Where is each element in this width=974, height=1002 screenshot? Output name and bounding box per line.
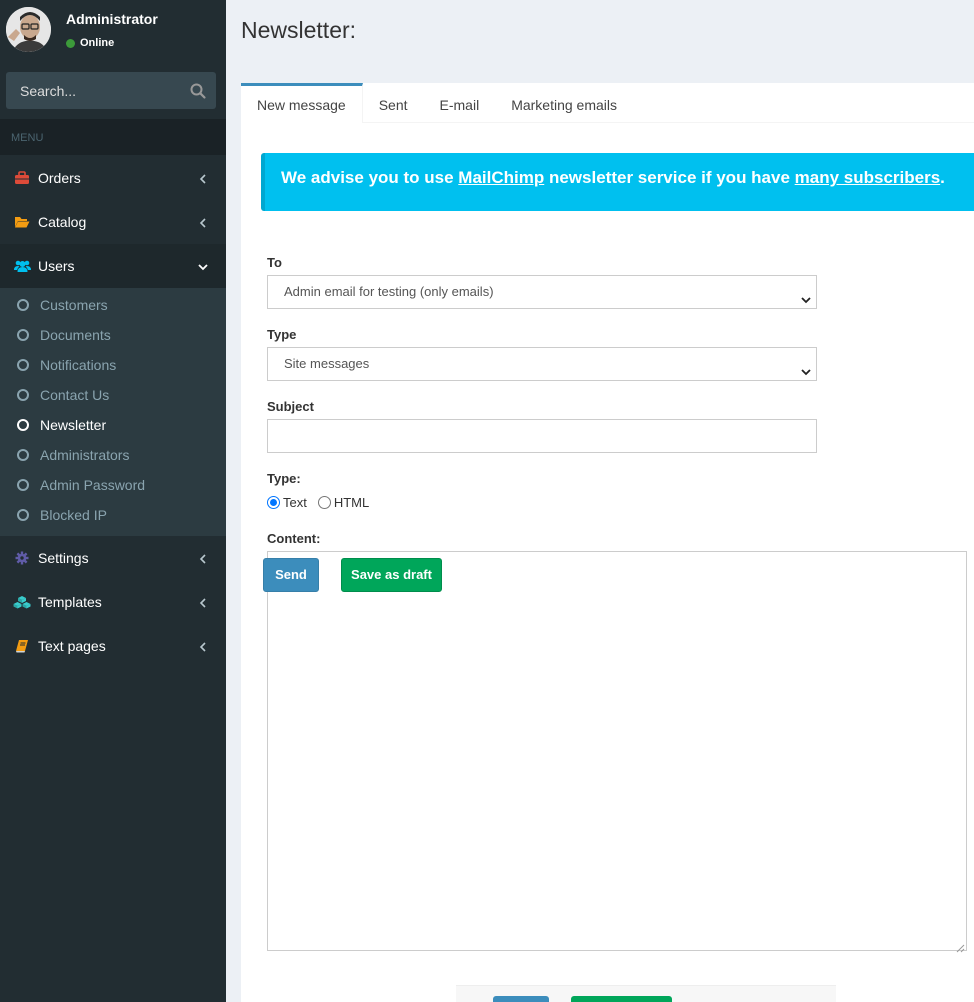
sidebar-item-documents[interactable]: Documents: [0, 320, 226, 350]
sidebar-item-label: Catalog: [38, 214, 87, 230]
user-status: Online: [66, 37, 114, 49]
book-icon: [13, 639, 31, 653]
tab-new-message[interactable]: New message: [241, 83, 363, 123]
search-icon[interactable]: [188, 81, 208, 101]
submenu-item-label: Admin Password: [40, 477, 146, 493]
circle-icon: [17, 299, 29, 311]
sidebar-item-blocked-ip[interactable]: Blocked IP: [0, 500, 226, 530]
resize-grip-icon[interactable]: [956, 940, 965, 953]
sidebar-item-customers[interactable]: Customers: [0, 290, 226, 320]
type-select-value: Site messages: [284, 356, 370, 371]
to-label: To: [267, 255, 282, 270]
circle-icon: [17, 389, 29, 401]
alert-text: .: [940, 168, 945, 187]
menu-header: MENU: [0, 119, 226, 155]
send-button-bottom[interactable]: [493, 996, 549, 1002]
format-label: Type:: [267, 471, 301, 486]
sidebar-item-orders[interactable]: Orders: [0, 156, 226, 200]
type-label: Type: [267, 327, 297, 342]
tab-bar: New message Sent E-mail Marketing emails: [241, 83, 974, 123]
sidebar-menu: Orders Catalog Users Customers Documents…: [0, 156, 226, 668]
sidebar-search: [6, 72, 216, 109]
chevron-left-icon: [198, 640, 208, 652]
submenu-item-label: Contact Us: [40, 387, 110, 403]
search-input[interactable]: [6, 72, 176, 109]
format-html-label: HTML: [333, 495, 370, 510]
circle-icon: [17, 329, 29, 341]
sidebar-item-text-pages[interactable]: Text pages: [0, 624, 226, 668]
chevron-left-icon: [198, 216, 208, 228]
circle-icon: [17, 479, 29, 491]
submenu-item-label: Notifications: [40, 357, 117, 373]
send-button[interactable]: Send: [263, 558, 319, 592]
sidebar-item-templates[interactable]: Templates: [0, 580, 226, 624]
page-title: Newsletter:: [241, 17, 357, 43]
tab-sent[interactable]: Sent: [363, 83, 424, 123]
save-draft-button[interactable]: Save as draft: [341, 558, 442, 592]
folder-open-icon: [13, 215, 31, 229]
format-html-radio[interactable]: [317, 496, 331, 509]
user-status-label: Online: [80, 37, 115, 49]
tab-marketing-emails[interactable]: Marketing emails: [495, 83, 633, 123]
circle-icon: [17, 359, 29, 371]
users-submenu: Customers Documents Notifications Contac…: [0, 288, 226, 536]
circle-icon: [17, 509, 29, 521]
chevron-left-icon: [198, 172, 208, 184]
chevron-left-icon: [198, 552, 208, 564]
sidebar-item-label: Orders: [38, 170, 81, 186]
sidebar-item-settings[interactable]: Settings: [0, 536, 226, 580]
alert-text: newsletter service if you have: [544, 168, 795, 187]
many-subscribers-link[interactable]: many subscribers: [795, 168, 941, 187]
gear-icon: [13, 551, 31, 565]
sidebar-item-contact-us[interactable]: Contact Us: [0, 380, 226, 410]
user-avatar[interactable]: [6, 7, 51, 52]
format-radio-group: Text HTML: [267, 495, 380, 510]
info-alert: We advise you to use MailChimp newslette…: [261, 153, 974, 211]
sidebar-item-notifications[interactable]: Notifications: [0, 350, 226, 380]
sidebar-item-newsletter[interactable]: Newsletter: [0, 410, 226, 440]
submenu-item-label: Documents: [40, 327, 111, 343]
users-icon: [13, 259, 31, 273]
user-panel: Administrator Online: [0, 0, 226, 62]
main-content: Newsletter: New message Sent E-mail Mark…: [226, 0, 974, 1002]
circle-icon: [17, 419, 29, 431]
save-draft-button-bottom[interactable]: [571, 996, 672, 1002]
chevron-down-icon: [198, 260, 208, 272]
chevron-left-icon: [198, 596, 208, 608]
to-select[interactable]: Admin email for testing (only emails): [267, 275, 817, 309]
format-text-radio[interactable]: [267, 496, 280, 509]
submenu-item-label: Customers: [40, 297, 108, 313]
chevron-down-icon: [800, 286, 812, 304]
circle-icon: [17, 449, 29, 461]
subject-input[interactable]: [267, 419, 817, 453]
sidebar-item-users[interactable]: Users: [0, 244, 226, 288]
sidebar-item-label: Templates: [38, 594, 102, 610]
sidebar-item-catalog[interactable]: Catalog: [0, 200, 226, 244]
content-label: Content:: [267, 531, 321, 546]
submenu-item-label: Blocked IP: [40, 507, 107, 523]
sidebar-item-label: Text pages: [38, 638, 106, 654]
mailchimp-link[interactable]: MailChimp: [458, 168, 544, 187]
sidebar-item-label: Settings: [38, 550, 89, 566]
format-text-label: Text: [283, 495, 307, 510]
newsletter-box: New message Sent E-mail Marketing emails…: [241, 83, 974, 1002]
type-select[interactable]: Site messages: [267, 347, 817, 381]
sidebar-item-administrators[interactable]: Administrators: [0, 440, 226, 470]
sidebar-item-label: Users: [38, 258, 75, 274]
cubes-icon: [13, 595, 31, 609]
tab-email[interactable]: E-mail: [424, 83, 496, 123]
to-select-value: Admin email for testing (only emails): [284, 284, 494, 299]
subject-label: Subject: [267, 399, 314, 414]
submenu-item-label: Administrators: [40, 447, 130, 463]
online-dot-icon: [66, 38, 75, 48]
sidebar: Administrator Online MENU Orders Catalog: [0, 0, 226, 1002]
cart-icon: [13, 171, 31, 185]
submenu-item-label: Newsletter: [40, 417, 107, 433]
user-name: Administrator: [66, 11, 158, 27]
alert-text: We advise you to use: [281, 168, 459, 187]
sidebar-item-admin-password[interactable]: Admin Password: [0, 470, 226, 500]
content-textarea[interactable]: [267, 551, 967, 953]
chevron-down-icon: [800, 358, 812, 376]
